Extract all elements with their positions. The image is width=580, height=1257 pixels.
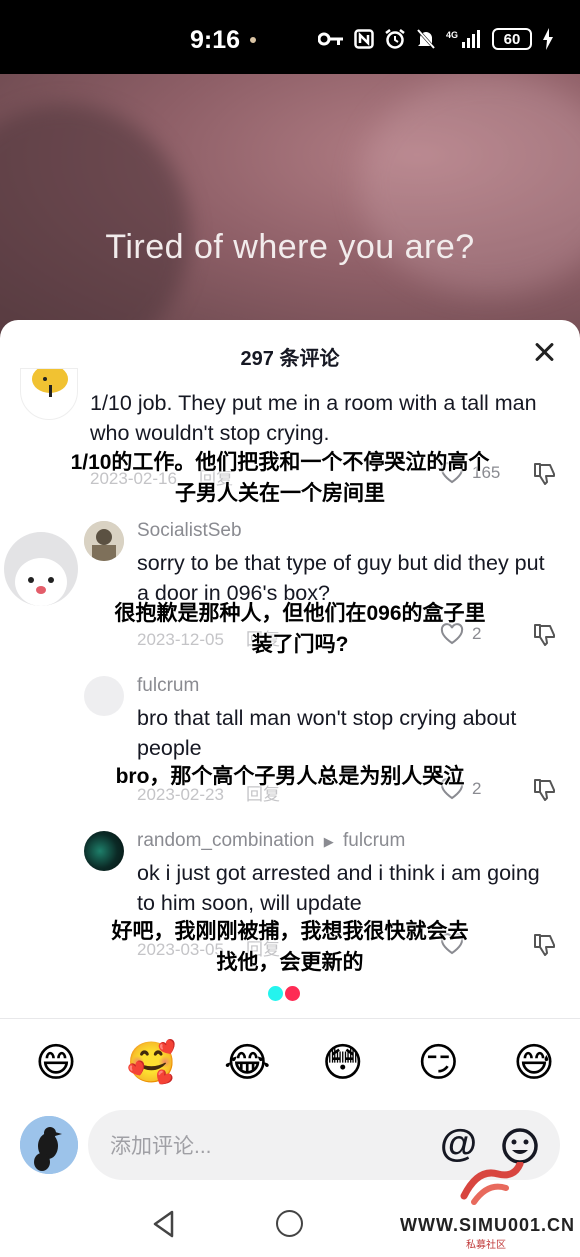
translation-overlay: bro，那个高个子男人总是为别人哭泣	[115, 765, 465, 788]
comments-sheet: 297 条评论 1/10 job. They put me in a room …	[0, 320, 580, 1257]
signal-4g-icon: 4G	[446, 30, 480, 48]
alarm-icon	[385, 29, 405, 49]
comment-username-row: random_combination ▶ fulcrum	[137, 830, 405, 852]
avatar[interactable]	[20, 368, 78, 420]
watermark-text: WWW.SIMU001.CN	[400, 1215, 576, 1235]
close-icon[interactable]	[530, 338, 558, 366]
reply-arrow-icon: ▶	[323, 834, 334, 849]
comment-username[interactable]: fulcrum	[137, 675, 199, 697]
emoji-hearts-button[interactable]: 🥰	[126, 1038, 178, 1088]
key-icon	[318, 32, 343, 46]
screen: 9:16 4G 60 Tired of where you are? 297 条…	[0, 0, 580, 1257]
status-bar: 9:16 4G 60	[0, 0, 580, 74]
notification-dot-icon	[250, 37, 256, 43]
comment-username[interactable]: SocialistSeb	[137, 520, 242, 542]
loading-indicator	[268, 986, 300, 1001]
svg-text:4G: 4G	[446, 30, 458, 40]
avatar[interactable]	[84, 831, 124, 871]
emoji-tears-joy-button[interactable]: 😂	[221, 1038, 273, 1088]
emoji-sweat-smile-button[interactable]: 😅	[508, 1038, 560, 1088]
avatar[interactable]	[84, 676, 124, 716]
video-player[interactable]: Tired of where you are?	[0, 74, 580, 344]
dislike-icon[interactable]	[532, 777, 558, 803]
comment-text: 1/10 job. They put me in a room with a t…	[90, 391, 537, 445]
avatar[interactable]	[84, 521, 124, 561]
comment-text: ok i just got arrested and i think i am …	[137, 861, 540, 915]
loading-dot	[285, 986, 300, 1001]
system-nav-bar: WWW.SIMU001.CN 私募社区	[0, 1162, 580, 1257]
dislike-icon[interactable]	[532, 622, 558, 648]
translation-overlay: 1/10的工作。他们把我和一个不停哭泣的高个子男人关在一个房间里	[70, 451, 490, 505]
large-avatar[interactable]	[4, 532, 78, 606]
video-caption: Tired of where you are?	[105, 228, 475, 266]
emoji-smirk-button[interactable]: 😏	[412, 1038, 464, 1088]
watermark-subtext: 私募社区	[466, 1240, 506, 1251]
comment-text: bro that tall man won't stop crying abou…	[137, 706, 517, 760]
emoji-flushed-button[interactable]: 😳	[317, 1038, 369, 1088]
home-icon[interactable]	[276, 1210, 303, 1237]
comment-input-placeholder: 添加评论...	[110, 1135, 212, 1158]
back-icon[interactable]	[152, 1210, 176, 1238]
dislike-icon[interactable]	[532, 932, 558, 958]
mention-button[interactable]: @	[440, 1124, 477, 1164]
loading-dot	[268, 986, 283, 1001]
emoji-grin-button[interactable]: 😄	[30, 1038, 82, 1088]
emoji-bar: 😄 🥰 😂 😳 😏 😅	[30, 1038, 560, 1088]
emoji-picker-icon[interactable]	[500, 1126, 540, 1166]
like-count: 2	[472, 779, 482, 798]
translation-overlay: 好吧，我刚刚被捕，我想我很快就会去找他，会更新的	[111, 920, 469, 974]
status-time: 9:16	[190, 26, 241, 54]
user-avatar[interactable]	[20, 1116, 78, 1174]
comments-count-title: 297 条评论	[240, 348, 340, 370]
divider	[0, 1018, 580, 1019]
watermark-logo-icon	[460, 1162, 524, 1205]
dislike-icon[interactable]	[532, 461, 558, 487]
nfc-icon	[354, 29, 374, 49]
charging-icon	[543, 28, 553, 50]
translation-overlay: 很抱歉是那种人，但他们在096的盒子里装了门吗?	[114, 602, 486, 656]
status-icons: 4G 60	[318, 28, 554, 50]
reply-to-username[interactable]: fulcrum	[343, 830, 405, 851]
mute-bell-icon	[416, 29, 436, 49]
battery-indicator: 60	[492, 28, 532, 50]
comment-username[interactable]: random_combination	[137, 830, 314, 851]
